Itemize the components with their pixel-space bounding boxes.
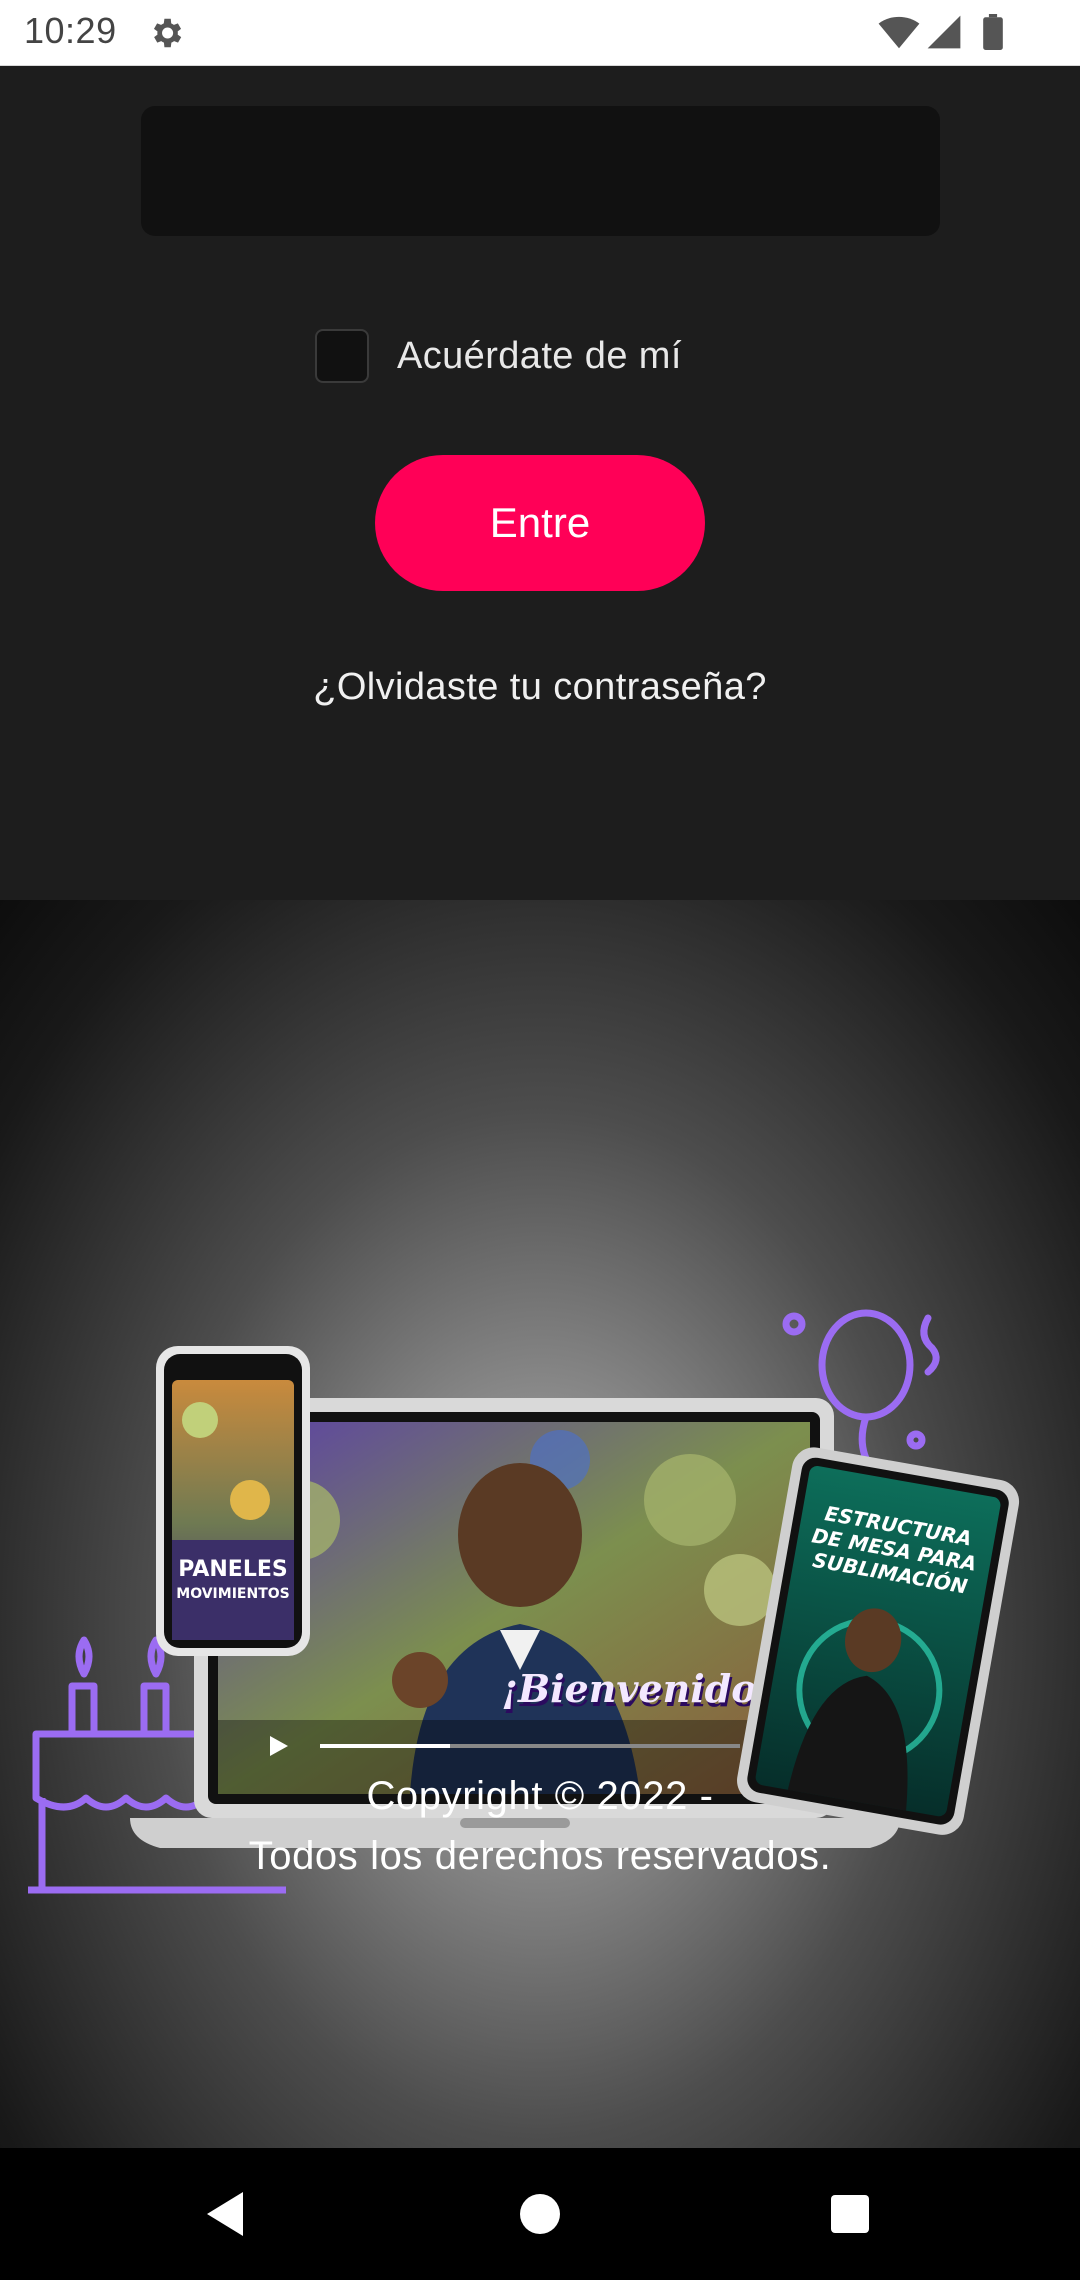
remember-me-row[interactable]: Acuérdate de mí (315, 328, 682, 384)
recents-icon[interactable] (820, 2184, 880, 2244)
back-icon[interactable] (195, 2184, 255, 2244)
status-time: 10:29 (24, 10, 117, 51)
footer-promo: ¡Bienvenidos! ¡Bienvenidos! PANELES MOVI… (0, 900, 1080, 2148)
remember-me-label[interactable]: Acuérdate de mí (397, 335, 682, 378)
copyright-line-2: Todos los derechos reservados. (248, 1834, 832, 1878)
phone-title-line1: PANELES (178, 1557, 287, 1582)
phone-mockup: PANELES MOVIMIENTOS (156, 1346, 310, 1656)
battery-icon (983, 14, 1003, 50)
copyright-line-1: Copyright © 2022 - (366, 1774, 714, 1818)
phone-title-line2: MOVIMIENTOS (176, 1586, 289, 1602)
forgot-password-link[interactable]: ¿Olvidaste tu contraseña? (0, 666, 1080, 709)
copyright-text: Copyright © 2022 - Todos los derechos re… (0, 1766, 1080, 1886)
home-icon[interactable] (510, 2184, 570, 2244)
navigation-bar (0, 2148, 1080, 2280)
gear-icon (153, 18, 182, 48)
signal-icon (927, 15, 961, 49)
promo-banner: ¡Bienvenidos! ¡Bienvenidos! PANELES MOVI… (28, 1309, 1020, 1894)
login-form: Acuérdate de mí Entre ¿Olvidaste tu cont… (0, 66, 1080, 900)
password-field[interactable] (141, 106, 940, 236)
wifi-icon (878, 16, 920, 49)
remember-me-checkbox[interactable] (315, 329, 369, 383)
status-bar: 10:29 (0, 0, 1080, 66)
login-button[interactable]: Entre (375, 455, 705, 591)
